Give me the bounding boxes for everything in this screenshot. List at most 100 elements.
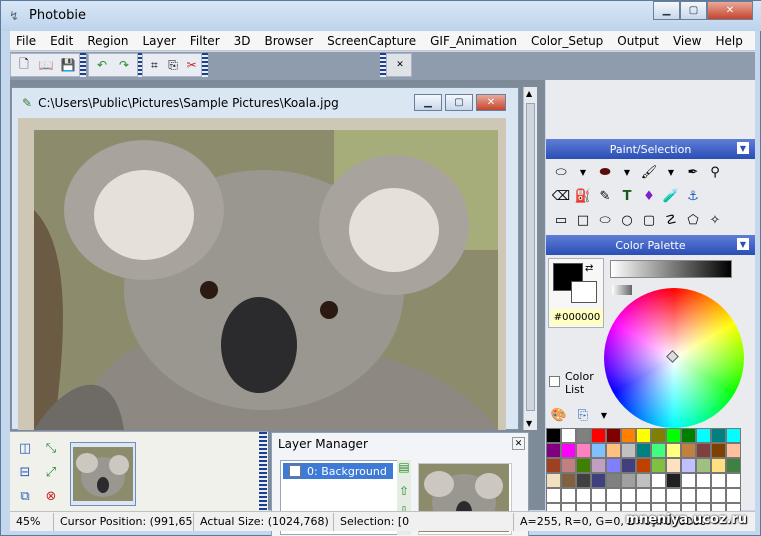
menu-3d[interactable]: 3D (228, 34, 259, 48)
palette-copy-icon[interactable]: ⎘ (574, 405, 592, 425)
menu-screencapture[interactable]: ScreenCapture (321, 34, 424, 48)
palette-swatch[interactable] (666, 443, 681, 458)
menu-file[interactable]: File (10, 34, 44, 48)
palette-swatch[interactable] (666, 473, 681, 488)
dropdown-icon[interactable]: ▼ (660, 162, 682, 182)
palette-swatch[interactable] (651, 458, 666, 473)
palette-swatch[interactable] (561, 473, 576, 488)
color-list-checkbox[interactable] (549, 376, 560, 387)
palette-swatch[interactable] (621, 443, 636, 458)
palette-swatch[interactable] (636, 458, 651, 473)
menu-filter[interactable]: Filter (184, 34, 228, 48)
palette-swatch[interactable] (591, 473, 606, 488)
image-minimize-button[interactable]: ▁ (414, 94, 442, 111)
palette-swatch[interactable] (621, 473, 636, 488)
dropper-icon[interactable]: 🧪 (660, 186, 682, 206)
new-icon[interactable]: 🗋 (15, 56, 33, 74)
palette-swatch[interactable] (636, 443, 651, 458)
palette-swatch[interactable] (561, 488, 576, 503)
save-icon[interactable]: 💾 (59, 56, 77, 74)
redo-icon[interactable]: ↷ (115, 56, 133, 74)
palette-swatch[interactable] (546, 488, 561, 503)
close-toolbar-icon[interactable]: ✕ (391, 56, 409, 74)
menu-layer[interactable]: Layer (136, 34, 183, 48)
palette-swatch[interactable] (651, 473, 666, 488)
open-icon[interactable]: 📖 (37, 56, 55, 74)
palette-swatch[interactable] (651, 428, 666, 443)
palette-swatch[interactable] (606, 458, 621, 473)
expand-icon[interactable]: ⤡ (40, 438, 62, 458)
palette-swatch[interactable] (621, 458, 636, 473)
color-wheel-marker[interactable] (666, 350, 679, 363)
tile-vertical-icon[interactable]: ◫ (14, 438, 36, 458)
cut-icon[interactable]: ✂ (184, 56, 199, 74)
palette-swatch[interactable] (696, 458, 711, 473)
polygon-select-icon[interactable]: ⬠ (682, 210, 704, 230)
palette-swatch[interactable] (666, 428, 681, 443)
crop-icon[interactable]: ⌗ (147, 56, 162, 74)
image-canvas-area[interactable] (18, 118, 506, 430)
close-button[interactable]: ✕ (707, 1, 753, 20)
palette-swatch[interactable] (606, 488, 621, 503)
palette-swatch[interactable] (576, 473, 591, 488)
lasso-icon[interactable]: ☡ (660, 210, 682, 230)
eyedropper-icon[interactable]: ⚲ (704, 162, 726, 182)
cascade-icon[interactable]: ⧉ (14, 486, 36, 506)
palette-swatch[interactable] (576, 428, 591, 443)
menu-view[interactable]: View (667, 34, 709, 48)
palette-swatch[interactable] (696, 473, 711, 488)
palette-swatch[interactable] (606, 428, 621, 443)
collapse-icon[interactable]: ⤢ (40, 462, 62, 482)
palette-swatch[interactable] (711, 443, 726, 458)
palette-swatch[interactable] (711, 473, 726, 488)
layer-visibility-checkbox[interactable] (289, 465, 301, 477)
menu-help[interactable]: Help (709, 34, 750, 48)
magic-wand-icon[interactable]: ✧ (704, 210, 726, 230)
palette-swatch[interactable] (681, 488, 696, 503)
paint-selection-header[interactable]: Paint/Selection ▼ (546, 139, 755, 159)
palette-swatch[interactable] (591, 488, 606, 503)
palette-swatch[interactable] (576, 488, 591, 503)
palette-swatch[interactable] (576, 443, 591, 458)
palette-swatch[interactable] (726, 443, 741, 458)
ellipse-tool-icon[interactable]: ⬭ (550, 162, 572, 182)
palette-swatch[interactable] (726, 458, 741, 473)
palette-swatch[interactable] (591, 428, 606, 443)
maximize-button[interactable]: ▢ (680, 1, 707, 20)
square-select-icon[interactable]: □ (572, 210, 594, 230)
palette-swatch[interactable] (621, 488, 636, 503)
filled-ellipse-icon[interactable]: ⬬ (594, 162, 616, 182)
palette-swatch[interactable] (636, 428, 651, 443)
menu-color-setup[interactable]: Color_Setup (525, 34, 611, 48)
palette-swatch[interactable] (546, 428, 561, 443)
airbrush-icon[interactable]: ✎ (594, 186, 616, 206)
dropdown-icon[interactable]: ▼ (616, 162, 638, 182)
palette-swatch[interactable] (711, 428, 726, 443)
collapse-paint-icon[interactable]: ▼ (737, 142, 749, 154)
palette-swatch[interactable] (681, 458, 696, 473)
undo-icon[interactable]: ↶ (93, 56, 111, 74)
collapse-palette-icon[interactable]: ▼ (737, 238, 749, 250)
brush-icon[interactable]: 🖌 (638, 162, 660, 182)
palette-swatch[interactable] (726, 473, 741, 488)
alpha-slider[interactable] (612, 285, 632, 295)
pen-icon[interactable]: ✒ (682, 162, 704, 182)
palette-swatch[interactable] (591, 458, 606, 473)
palette-swatch[interactable] (681, 443, 696, 458)
scroll-up-icon[interactable]: ▲ (526, 89, 532, 98)
toolbar-grip[interactable] (202, 53, 208, 77)
color-hex-value[interactable]: #000000 (551, 309, 603, 325)
palette-swatch[interactable] (561, 428, 576, 443)
palette-swatch[interactable] (561, 443, 576, 458)
menu-output[interactable]: Output (611, 34, 667, 48)
anchor-icon[interactable]: ⚓ (682, 186, 704, 206)
layer-up-icon[interactable]: ⇧ (397, 484, 411, 498)
palette-dropdown-icon[interactable]: ▼ (598, 405, 610, 425)
eraser-icon[interactable]: ⌫ (550, 186, 572, 206)
rect-select-icon[interactable]: ▭ (550, 210, 572, 230)
fill-bucket-icon[interactable]: ⛽ (572, 186, 594, 206)
thumbnail-koala[interactable] (70, 442, 136, 506)
palette-icon[interactable]: 🎨 (550, 405, 568, 425)
ellipse-select-icon[interactable]: ⬭ (594, 210, 616, 230)
menu-region[interactable]: Region (81, 34, 136, 48)
